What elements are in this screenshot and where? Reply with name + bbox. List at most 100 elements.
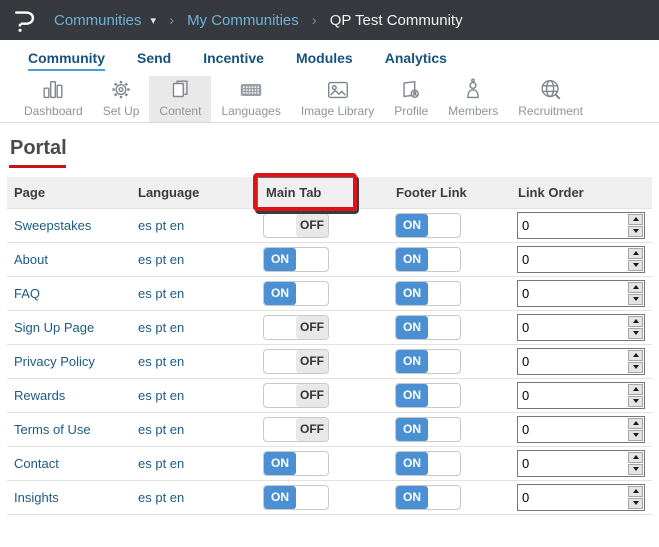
spinner-up-button[interactable] — [628, 350, 643, 361]
footer-link-toggle[interactable]: ON — [395, 451, 461, 476]
spinner-down-button[interactable] — [628, 260, 643, 271]
link-order-input[interactable]: 0 — [517, 348, 645, 375]
link-order-value: 0 — [518, 417, 627, 442]
footer-link-toggle[interactable]: ON — [395, 281, 461, 306]
toolbar-item-content[interactable]: Content — [149, 76, 211, 122]
spinner-down-button[interactable] — [628, 294, 643, 305]
number-spinner — [627, 247, 644, 272]
toolbar-item-members[interactable]: Members — [438, 76, 508, 122]
main-tab-toggle[interactable]: OFF — [263, 349, 329, 374]
toolbar-item-setup[interactable]: Set Up — [93, 76, 150, 122]
tab-incentive[interactable]: Incentive — [203, 46, 264, 71]
toolbar-item-recruitment[interactable]: Recruitment — [508, 76, 593, 122]
spinner-down-button[interactable] — [628, 226, 643, 237]
tab-modules[interactable]: Modules — [296, 46, 353, 71]
page-link[interactable]: Terms of Use — [14, 422, 91, 437]
spinner-up-button[interactable] — [628, 384, 643, 395]
image-icon — [325, 77, 351, 103]
portal-table-body: Sweepstakes es pt en OFF ON 0 A — [7, 208, 652, 514]
link-order-input[interactable]: 0 — [517, 314, 645, 341]
language-codes[interactable]: es pt en — [138, 354, 184, 369]
footer-link-toggle[interactable]: ON — [395, 383, 461, 408]
spinner-up-button[interactable] — [628, 486, 643, 497]
main-tab-toggle[interactable]: ON — [263, 247, 329, 272]
page-link[interactable]: FAQ — [14, 286, 40, 301]
toggle-on-label — [264, 214, 296, 237]
language-codes[interactable]: es pt en — [138, 490, 184, 505]
language-codes[interactable]: es pt en — [138, 252, 184, 267]
language-codes[interactable]: es pt en — [138, 422, 184, 437]
footer-link-toggle[interactable]: ON — [395, 213, 461, 238]
footer-link-toggle[interactable]: ON — [395, 485, 461, 510]
spinner-up-button[interactable] — [628, 282, 643, 293]
number-spinner — [627, 485, 644, 510]
link-order-input[interactable]: 0 — [517, 212, 645, 239]
main-tab-toggle[interactable]: ON — [263, 451, 329, 476]
main-tab-toggle[interactable]: ON — [263, 485, 329, 510]
link-order-input[interactable]: 0 — [517, 382, 645, 409]
main-tab-toggle[interactable]: ON — [263, 281, 329, 306]
spinner-up-button[interactable] — [628, 452, 643, 463]
spinner-up-button[interactable] — [628, 214, 643, 225]
toggle-on-label — [264, 384, 296, 407]
spinner-down-button[interactable] — [628, 430, 643, 441]
main-tab-toggle[interactable]: OFF — [263, 213, 329, 238]
community-toolbar: Dashboard Set Up — [0, 76, 659, 123]
language-codes[interactable]: es pt en — [138, 388, 184, 403]
link-order-input[interactable]: 0 — [517, 280, 645, 307]
page-link[interactable]: Rewards — [14, 388, 65, 403]
footer-link-toggle[interactable]: ON — [395, 315, 461, 340]
column-header-main-tab: Main Tab — [259, 177, 389, 208]
breadcrumb-my-communities[interactable]: My Communities — [187, 12, 299, 29]
language-codes[interactable]: es pt en — [138, 320, 184, 335]
spinner-down-button[interactable] — [628, 396, 643, 407]
footer-link-toggle[interactable]: ON — [395, 417, 461, 442]
bar-chart-icon — [40, 77, 66, 103]
spinner-down-button[interactable] — [628, 464, 643, 475]
page-link[interactable]: About — [14, 252, 48, 267]
footer-link-toggle[interactable]: ON — [395, 247, 461, 272]
toolbar-item-languages[interactable]: Languages — [211, 76, 290, 122]
link-order-input[interactable]: 0 — [517, 246, 645, 273]
language-codes[interactable]: es pt en — [138, 286, 184, 301]
brand-p-logo-icon[interactable] — [12, 7, 38, 33]
tab-community[interactable]: Community — [28, 46, 105, 71]
footer-link-toggle[interactable]: ON — [395, 349, 461, 374]
language-codes[interactable]: es pt en — [138, 456, 184, 471]
toggle-on-label — [264, 316, 296, 339]
main-tab-toggle[interactable]: OFF — [263, 417, 329, 442]
link-order-input[interactable]: 0 — [517, 416, 645, 443]
tab-send[interactable]: Send — [137, 46, 171, 71]
page-link[interactable]: Sweepstakes — [14, 218, 91, 233]
page-link[interactable]: Contact — [14, 456, 59, 471]
spinner-up-button[interactable] — [628, 248, 643, 259]
main-tab-toggle[interactable]: OFF — [263, 383, 329, 408]
toolbar-item-dashboard[interactable]: Dashboard — [14, 76, 93, 122]
link-order-input[interactable]: 0 — [517, 484, 645, 511]
spinner-down-button[interactable] — [628, 328, 643, 339]
breadcrumb-communities[interactable]: Communities — [54, 12, 142, 29]
tab-analytics[interactable]: Analytics — [385, 46, 447, 71]
number-spinner — [627, 417, 644, 442]
toolbar-item-profile[interactable]: Profile — [384, 76, 438, 122]
link-order-input[interactable]: 0 — [517, 450, 645, 477]
gear-icon — [108, 77, 134, 103]
toggle-on-label: ON — [396, 384, 428, 407]
spinner-up-button[interactable] — [628, 418, 643, 429]
toggle-off-label: OFF — [296, 316, 328, 339]
toggle-off-label — [428, 248, 460, 271]
toolbar-item-image-library[interactable]: Image Library — [291, 76, 384, 122]
spinner-up-button[interactable] — [628, 316, 643, 327]
spinner-down-button[interactable] — [628, 362, 643, 373]
toggle-on-label: ON — [396, 316, 428, 339]
page-link[interactable]: Insights — [14, 490, 59, 505]
toggle-on-label: ON — [396, 248, 428, 271]
toggle-on-label: ON — [396, 418, 428, 441]
main-tab-toggle[interactable]: OFF — [263, 315, 329, 340]
page-link[interactable]: Privacy Policy — [14, 354, 95, 369]
language-codes[interactable]: es pt en — [138, 218, 184, 233]
chevron-down-icon[interactable]: ▾ — [151, 14, 157, 27]
toggle-off-label: OFF — [296, 384, 328, 407]
spinner-down-button[interactable] — [628, 498, 643, 509]
page-link[interactable]: Sign Up Page — [14, 320, 94, 335]
